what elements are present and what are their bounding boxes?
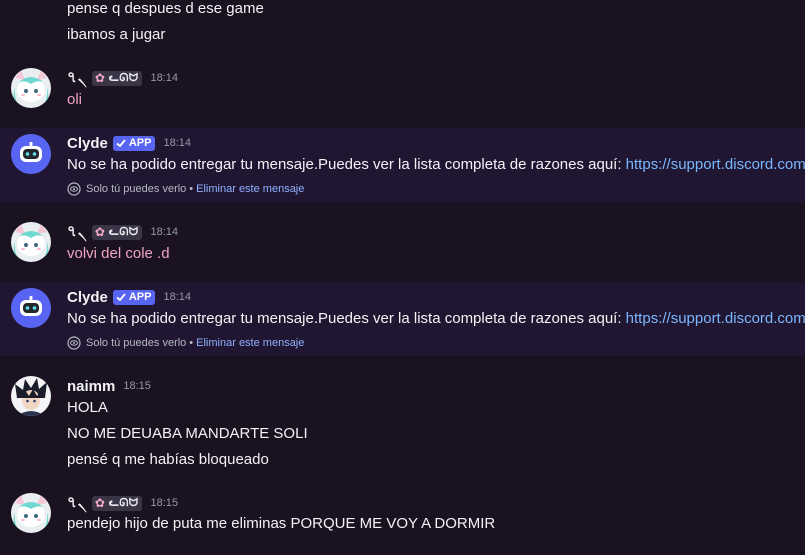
support-link[interactable]: https://support.discord.com (626, 156, 805, 173)
dark-hair-avatar-icon (11, 376, 51, 416)
message-text: No se ha podido entregar tu mensaje.Pued… (67, 155, 805, 175)
support-link[interactable]: https://support.discord.com (626, 310, 805, 327)
message-item: ৭৲ ✿ ᓚᘏᗢ 18:14 oli (0, 62, 805, 122)
message-item: ৭৲ ✿ ᓚᘏᗢ 18:15 pendejo hijo de puta me e… (0, 487, 805, 555)
timestamp[interactable]: 18:14 (150, 72, 178, 84)
notice-text: Solo tú puedes verlo (86, 183, 187, 195)
message-text: HOLA (67, 399, 108, 416)
message-continuation: pense q despues d ese game ibamos a juga… (0, 0, 805, 50)
flower-icon: ✿ (94, 225, 106, 239)
message-item: naimm 18:15 HOLA NO ME DEUABA MANDARTE S… (0, 370, 805, 480)
message-header: ৭৲ ✿ ᓚᘏᗢ 18:15 (67, 493, 178, 513)
timestamp[interactable]: 18:15 (150, 497, 178, 509)
server-tag[interactable]: ✿ ᓚᘏᗢ (91, 495, 143, 511)
notice-text: Solo tú puedes verlo (86, 337, 187, 349)
message-header: ৭৲ ✿ ᓚᘏᗢ 18:14 (67, 222, 178, 242)
avatar[interactable] (11, 493, 51, 533)
message-text: pense q despues d ese game (67, 0, 264, 17)
anime-cat-avatar-icon (11, 68, 51, 108)
message-body: No se ha podido entregar tu mensaje.Pued… (67, 310, 626, 327)
username[interactable]: Clyde (67, 135, 108, 152)
avatar[interactable] (11, 68, 51, 108)
delete-message-link[interactable]: Eliminar este mensaje (196, 183, 304, 195)
check-icon (116, 293, 126, 302)
timestamp[interactable]: 18:14 (150, 226, 178, 238)
username[interactable]: Clyde (67, 289, 108, 306)
username[interactable]: ৭৲ (67, 66, 88, 91)
server-tag[interactable]: ✿ ᓚᘏᗢ (91, 224, 143, 240)
anime-cat-avatar-icon (11, 222, 51, 262)
timestamp[interactable]: 18:14 (163, 137, 191, 149)
ephemeral-notice: Solo tú puedes verlo • Eliminar este men… (67, 181, 304, 197)
message-text: ibamos a jugar (67, 26, 166, 43)
message-text: pendejo hijo de puta me eliminas PORQUE … (67, 515, 496, 532)
notice-separator: • (189, 183, 194, 195)
eye-icon (67, 182, 81, 196)
chat-messages: pense q despues d ese game ibamos a juga… (0, 0, 805, 555)
app-badge-label: APP (128, 137, 152, 149)
username[interactable]: ৭৲ (67, 491, 88, 516)
message-header: Clyde APP 18:14 (67, 287, 191, 307)
message-text: oli (67, 91, 83, 108)
message-header: Clyde APP 18:14 (67, 133, 191, 153)
message-text: pensé q me habías bloqueado (67, 451, 269, 468)
notice-separator: • (189, 337, 194, 349)
username[interactable]: naimm (67, 378, 115, 395)
eye-icon (67, 336, 81, 350)
server-tag-label: ᓚᘏᗢ (108, 497, 139, 509)
clyde-message: Clyde APP 18:14 No se ha podido entregar… (0, 128, 805, 202)
check-icon (116, 139, 126, 148)
timestamp[interactable]: 18:15 (123, 380, 151, 392)
anime-cat-avatar-icon (11, 493, 51, 533)
app-badge: APP (112, 289, 156, 305)
server-tag[interactable]: ✿ ᓚᘏᗢ (91, 70, 143, 86)
message-text: volvi del cole .d (67, 245, 170, 262)
message-body: No se ha podido entregar tu mensaje.Pued… (67, 156, 626, 173)
clyde-avatar[interactable] (11, 288, 51, 328)
clyde-avatar[interactable] (11, 134, 51, 174)
flower-icon: ✿ (94, 496, 106, 510)
message-header: ৭৲ ✿ ᓚᘏᗢ 18:14 (67, 68, 178, 88)
message-header: naimm 18:15 (67, 376, 151, 396)
server-tag-label: ᓚᘏᗢ (108, 226, 139, 238)
message-text: NO ME DEUABA MANDARTE SOLI (67, 425, 308, 442)
clyde-robot-icon (11, 134, 51, 174)
message-text: No se ha podido entregar tu mensaje.Pued… (67, 309, 805, 329)
username[interactable]: ৭৲ (67, 220, 88, 245)
app-badge-label: APP (128, 291, 152, 303)
clyde-message: Clyde APP 18:14 No se ha podido entregar… (0, 282, 805, 356)
clyde-robot-icon (11, 288, 51, 328)
message-item: ৭৲ ✿ ᓚᘏᗢ 18:14 volvi del cole .d (0, 216, 805, 276)
avatar[interactable] (11, 222, 51, 262)
timestamp[interactable]: 18:14 (163, 291, 191, 303)
flower-icon: ✿ (94, 71, 106, 85)
ephemeral-notice: Solo tú puedes verlo • Eliminar este men… (67, 335, 304, 351)
avatar[interactable] (11, 376, 51, 416)
server-tag-label: ᓚᘏᗢ (108, 72, 139, 84)
app-badge: APP (112, 135, 156, 151)
delete-message-link[interactable]: Eliminar este mensaje (196, 337, 304, 349)
